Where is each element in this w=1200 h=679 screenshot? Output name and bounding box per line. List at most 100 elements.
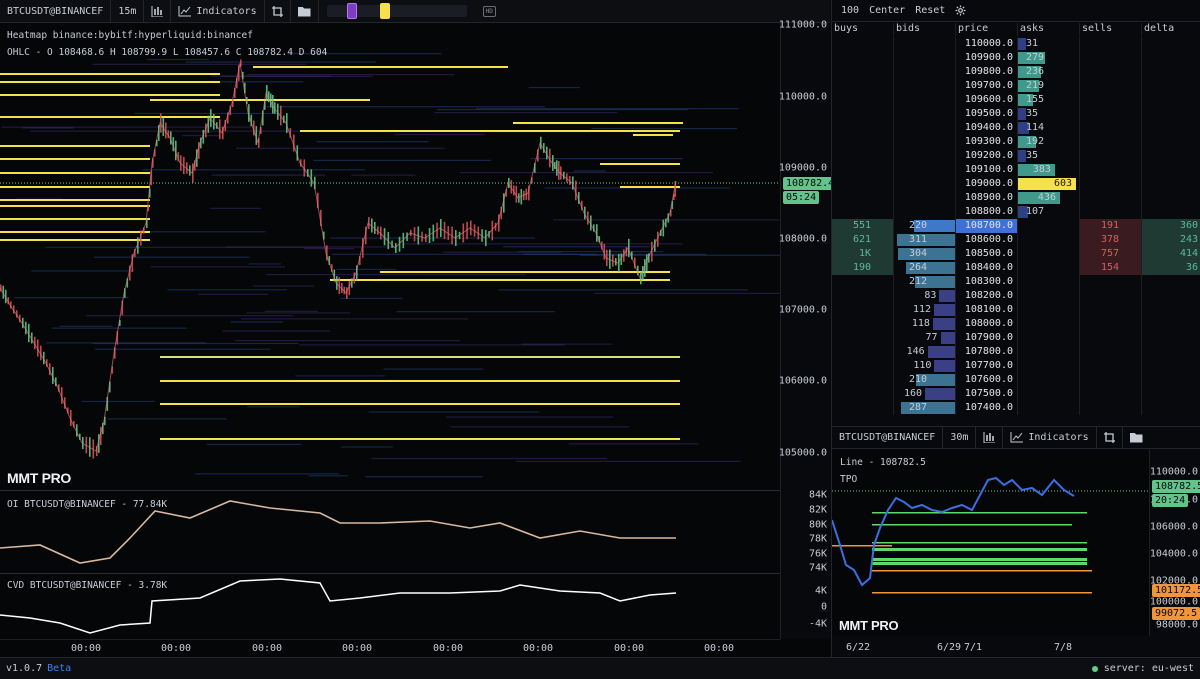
- bids-cell: [894, 93, 956, 107]
- mini-price-scale[interactable]: 110000.0 108000.0 106000.0 104000.0 1020…: [1149, 450, 1200, 636]
- mini-drawing-tools-button[interactable]: [1097, 426, 1123, 449]
- dom-cell-text: 1K: [858, 248, 871, 259]
- time-axis[interactable]: 00:00 00:00 00:00 00:00 00:00 00:00 00:0…: [0, 639, 780, 657]
- range-start-handle[interactable]: [346, 3, 357, 19]
- dom-row[interactable]: 109200.0 35: [832, 149, 1200, 163]
- dom-row[interactable]: 287 107400.0: [832, 401, 1200, 415]
- asks-cell: 603: [1018, 177, 1080, 191]
- gear-icon[interactable]: [955, 5, 966, 16]
- dom-row[interactable]: 1K 304 108500.0 757 414: [832, 247, 1200, 261]
- mini-price-tick: 98000.0: [1155, 619, 1198, 631]
- dom-row[interactable]: 109800.0 236: [832, 65, 1200, 79]
- price-scale[interactable]: 111000.0 110000.0 109000.0 108000.0 1070…: [779, 20, 830, 639]
- bids-cell: 112: [894, 303, 956, 317]
- dom-row[interactable]: 109400.0 114: [832, 121, 1200, 135]
- asks-cell: 155: [1018, 93, 1080, 107]
- range-end-handle[interactable]: [380, 3, 391, 19]
- mini-symbol-selector[interactable]: BTCUSDT@BINANCEF: [832, 426, 944, 449]
- liquidity-wall: [160, 438, 680, 440]
- dom-ladder[interactable]: buys bids price asks sells delta 110000.…: [832, 23, 1200, 423]
- liquidity-band: [107, 418, 227, 420]
- hd-toggle-button[interactable]: HD: [482, 5, 496, 17]
- indicators-button[interactable]: Indicators: [171, 0, 265, 23]
- mini-level-line: [872, 570, 1092, 572]
- sells-cell: [1080, 359, 1142, 373]
- buys-cell: [832, 149, 894, 163]
- bids-cell: 210: [894, 373, 956, 387]
- dom-row[interactable]: 109000.0 603: [832, 177, 1200, 191]
- dom-cell-text: 210: [908, 374, 927, 385]
- sells-cell: [1080, 289, 1142, 303]
- asks-cell: 219: [1018, 79, 1080, 93]
- dom-row[interactable]: 83 108200.0: [832, 289, 1200, 303]
- liquidity-band: [133, 231, 266, 233]
- dom-row[interactable]: 551 220 108700.0 191 360: [832, 219, 1200, 233]
- buys-cell: [832, 177, 894, 191]
- dom-row[interactable]: 108900.0 436: [832, 191, 1200, 205]
- dom-row[interactable]: 146 107800.0: [832, 345, 1200, 359]
- dom-row[interactable]: 109900.0 279: [832, 51, 1200, 65]
- bids-cell: [894, 191, 956, 205]
- dom-row[interactable]: 110000.0 31: [832, 37, 1200, 51]
- asks-cell: [1018, 261, 1080, 275]
- dom-cell-text: 108200.0: [964, 290, 1013, 301]
- dom-row[interactable]: 112 108100.0: [832, 303, 1200, 317]
- mini-chart-type-button[interactable]: [976, 426, 1004, 449]
- heatmap-canvas[interactable]: [0, 23, 780, 639]
- dom-row[interactable]: 210 107600.0: [832, 373, 1200, 387]
- app: BTCUSDT@BINANCEF 15m Indicators HD Heatm…: [0, 0, 1200, 679]
- dom-row[interactable]: 190 264 108400.0 154 36: [832, 261, 1200, 275]
- mini-price-tick: 106000.0: [1149, 521, 1198, 533]
- dom-row[interactable]: 109300.0 192: [832, 135, 1200, 149]
- dom-row[interactable]: 77 107900.0: [832, 331, 1200, 345]
- reset-button[interactable]: Reset: [915, 5, 945, 16]
- dom-row[interactable]: 110 107700.0: [832, 359, 1200, 373]
- chart-type-button[interactable]: [144, 0, 172, 23]
- delta-cell: [1142, 135, 1200, 149]
- pane-divider-oi[interactable]: [0, 490, 780, 491]
- dom-cell-text: 621: [852, 234, 871, 245]
- delta-cell: [1142, 65, 1200, 79]
- delta-cell: [1142, 373, 1200, 387]
- symbol-selector[interactable]: BTCUSDT@BINANCEF: [0, 0, 112, 23]
- dom-cell-text: 436: [1037, 192, 1056, 203]
- dom-row[interactable]: 621 311 108600.0 378 243: [832, 233, 1200, 247]
- dom-row[interactable]: 109700.0 219: [832, 79, 1200, 93]
- mini-date-axis[interactable]: 6/22 6/29 7/1 7/8: [832, 636, 1149, 658]
- pane-divider-cvd[interactable]: [0, 573, 780, 574]
- bids-cell: [894, 121, 956, 135]
- dom-cell-text: 160: [903, 388, 922, 399]
- dom-cell-text: 192: [1026, 136, 1045, 147]
- mini-open-layout-button[interactable]: [1123, 427, 1150, 449]
- center-button[interactable]: Center: [869, 5, 905, 16]
- delta-cell: [1142, 191, 1200, 205]
- main-chart-area[interactable]: Heatmap binance:bybitf:hyperliquid:binan…: [0, 20, 838, 657]
- mini-chart-canvas[interactable]: [832, 450, 1149, 636]
- version-label: v1.0.7: [6, 663, 43, 674]
- delta-cell: [1142, 401, 1200, 415]
- dom-row[interactable]: 109100.0 383: [832, 163, 1200, 177]
- time-tick: 00:00: [522, 643, 554, 654]
- mini-timeframe-selector[interactable]: 30m: [943, 426, 977, 449]
- liquidity-band: [51, 327, 187, 329]
- mini-indicators-button[interactable]: Indicators: [1003, 426, 1097, 449]
- col-header-delta: delta: [1144, 23, 1175, 34]
- dom-row[interactable]: 109500.0 35: [832, 107, 1200, 121]
- drawing-tools-button[interactable]: [265, 0, 291, 23]
- open-layout-button[interactable]: [291, 0, 319, 23]
- price-cell: 109900.0: [956, 51, 1018, 65]
- price-cell: 108200.0: [956, 289, 1018, 303]
- price-cell: 108700.0: [956, 219, 1018, 233]
- dom-row[interactable]: 160 107500.0: [832, 387, 1200, 401]
- dom-row[interactable]: 109600.0 155: [832, 93, 1200, 107]
- dom-row[interactable]: 212 108300.0: [832, 275, 1200, 289]
- liquidity-band: [30, 130, 305, 132]
- time-range-slider[interactable]: [326, 3, 467, 19]
- timeframe-selector[interactable]: 15m: [111, 0, 145, 23]
- dom-row[interactable]: 118 108000.0: [832, 317, 1200, 331]
- asks-cell: [1018, 289, 1080, 303]
- dom-row[interactable]: 108800.0 107: [832, 205, 1200, 219]
- sells-cell: [1080, 51, 1142, 65]
- tick-size-selector[interactable]: 100: [841, 5, 859, 16]
- sells-cell: [1080, 331, 1142, 345]
